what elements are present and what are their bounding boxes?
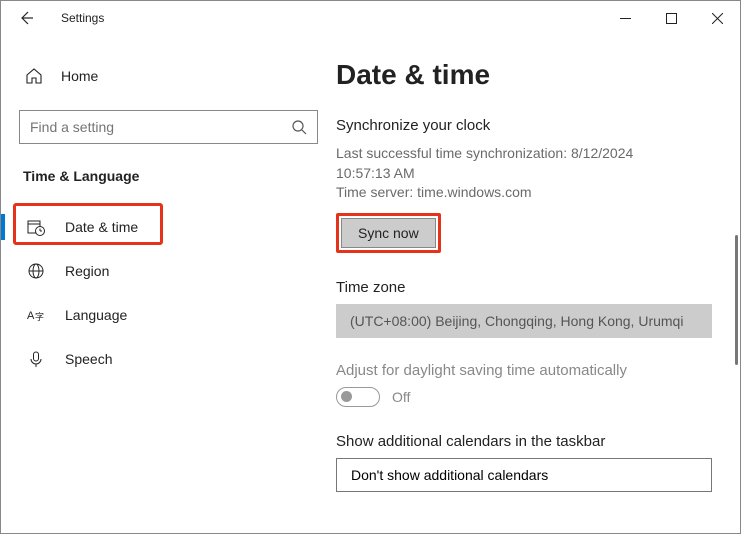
svg-text:A: A bbox=[27, 310, 35, 322]
window-controls bbox=[602, 3, 740, 33]
close-icon bbox=[712, 13, 723, 24]
maximize-icon bbox=[666, 13, 677, 24]
dst-label: Adjust for daylight saving time automati… bbox=[336, 362, 712, 379]
search-icon bbox=[291, 119, 307, 135]
sidebar-item-label: Region bbox=[65, 263, 109, 279]
search-box[interactable] bbox=[19, 110, 318, 144]
search-input[interactable] bbox=[30, 119, 307, 135]
calendar-clock-icon bbox=[27, 218, 45, 236]
sidebar-item-label: Speech bbox=[65, 351, 112, 367]
sidebar-nav: Date & time Region A字 Language bbox=[19, 206, 318, 380]
maximize-button[interactable] bbox=[648, 3, 694, 33]
dst-toggle[interactable] bbox=[336, 387, 380, 407]
sidebar: Home Time & Language Date & time bbox=[1, 35, 336, 533]
timezone-label: Time zone bbox=[336, 279, 712, 296]
home-label: Home bbox=[61, 68, 98, 84]
category-title: Time & Language bbox=[19, 168, 318, 184]
window-title: Settings bbox=[61, 11, 104, 25]
settings-window: Settings Home bbox=[0, 0, 741, 534]
dst-toggle-row: Off bbox=[336, 387, 712, 407]
sync-server: Time server: time.windows.com bbox=[336, 183, 712, 203]
sync-heading: Synchronize your clock bbox=[336, 117, 712, 134]
close-button[interactable] bbox=[694, 3, 740, 33]
dst-state: Off bbox=[392, 389, 410, 405]
scrollbar[interactable] bbox=[735, 235, 738, 365]
highlight-box-sync: Sync now bbox=[336, 213, 441, 253]
language-icon: A字 bbox=[27, 306, 45, 324]
arrow-left-icon bbox=[18, 10, 34, 26]
timezone-value: (UTC+08:00) Beijing, Chongqing, Hong Kon… bbox=[350, 313, 683, 329]
svg-text:字: 字 bbox=[35, 311, 44, 322]
sidebar-item-label: Date & time bbox=[65, 219, 138, 235]
additional-calendars-label: Show additional calendars in the taskbar bbox=[336, 433, 712, 450]
timezone-select[interactable]: (UTC+08:00) Beijing, Chongqing, Hong Kon… bbox=[336, 304, 712, 338]
home-button[interactable]: Home bbox=[19, 60, 318, 92]
sync-last-line2: 10:57:13 AM bbox=[336, 164, 712, 184]
additional-calendars-select[interactable]: Don't show additional calendars bbox=[336, 458, 712, 492]
titlebar: Settings bbox=[1, 1, 740, 35]
sidebar-item-speech[interactable]: Speech bbox=[19, 338, 318, 380]
additional-calendars-value: Don't show additional calendars bbox=[351, 467, 548, 483]
minimize-button[interactable] bbox=[602, 3, 648, 33]
toggle-knob bbox=[341, 391, 352, 402]
sidebar-item-language[interactable]: A字 Language bbox=[19, 294, 318, 336]
main-content: Date & time Synchronize your clock Last … bbox=[336, 35, 740, 533]
minimize-icon bbox=[620, 13, 631, 24]
sidebar-item-date-time[interactable]: Date & time bbox=[19, 206, 318, 248]
sync-last-line1: Last successful time synchronization: 8/… bbox=[336, 144, 712, 164]
page-title: Date & time bbox=[336, 59, 712, 91]
sidebar-item-region[interactable]: Region bbox=[19, 250, 318, 292]
sync-now-button[interactable]: Sync now bbox=[341, 218, 436, 248]
home-icon bbox=[25, 67, 43, 85]
back-button[interactable] bbox=[11, 10, 41, 26]
sidebar-item-label: Language bbox=[65, 307, 127, 323]
globe-icon bbox=[27, 262, 45, 280]
microphone-icon bbox=[27, 350, 45, 368]
sync-info: Last successful time synchronization: 8/… bbox=[336, 144, 712, 203]
